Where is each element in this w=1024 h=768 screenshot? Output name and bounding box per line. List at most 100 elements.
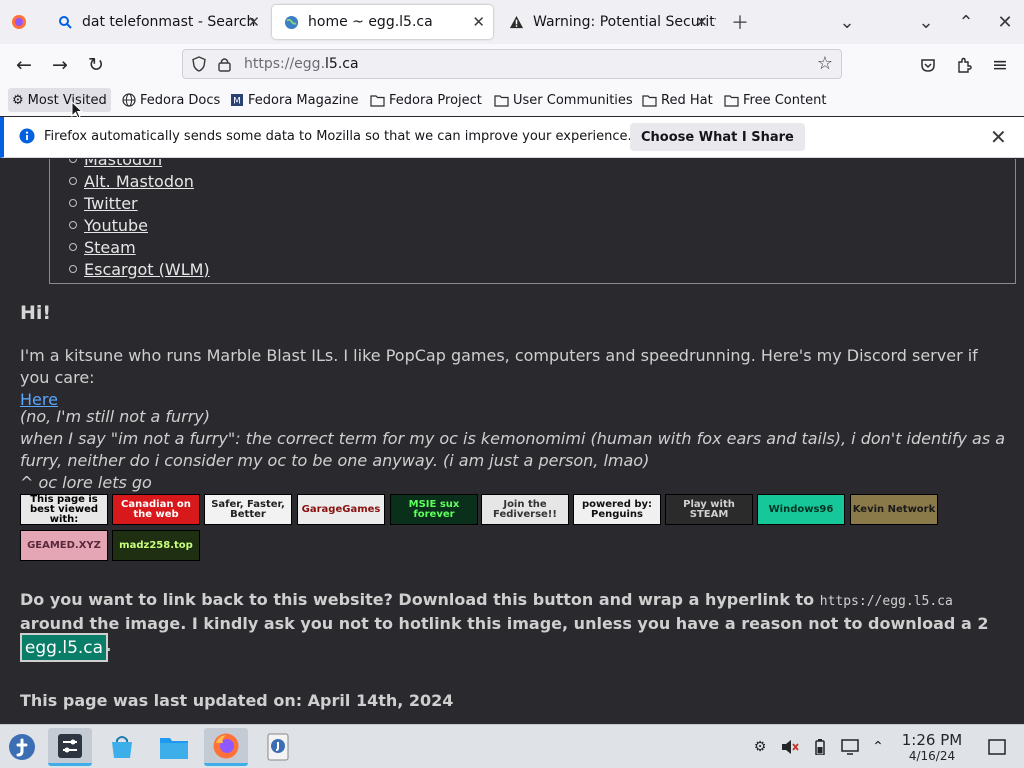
social-link-mastodon[interactable]: Mastodon (84, 159, 162, 169)
close-icon[interactable]: ✕ (472, 13, 485, 31)
globe-icon (122, 93, 136, 107)
bullet-icon (69, 221, 77, 229)
badge-kevin-network[interactable]: Kevin Network (850, 494, 938, 525)
url-scheme: https://egg. (244, 56, 326, 72)
bookmark-label: Fedora Project (389, 92, 482, 108)
firefox-taskbar-icon[interactable] (204, 728, 248, 766)
display-icon[interactable] (840, 737, 860, 757)
close-icon[interactable]: ✕ (247, 13, 260, 31)
bullet-icon (69, 177, 77, 185)
file-manager-icon[interactable] (152, 728, 196, 766)
badge-msie-sux[interactable]: MSIE sux forever (390, 494, 478, 525)
maximize-icon[interactable]: ⌃ (954, 10, 978, 34)
bullet-icon (69, 199, 77, 207)
forward-arrow-icon[interactable]: → (47, 52, 73, 78)
list-item: Youtube (69, 214, 148, 236)
network-settings-icon[interactable]: ⚙ (750, 737, 770, 757)
tab-strip: dat telefonmast - Search ✕ home ~ egg.l5… (0, 0, 1024, 44)
lock-icon[interactable] (217, 56, 232, 76)
close-icon[interactable]: ✕ (990, 125, 1007, 149)
system-settings-icon[interactable] (48, 728, 92, 766)
social-links-box: Mastodon Alt. Mastodon Twitter Youtube S… (49, 159, 1016, 284)
disclaimer-line: when I say "im not a furry": the correct… (20, 429, 1006, 470)
egg-l5-button-image[interactable]: egg.l5.ca (20, 633, 108, 662)
social-link-youtube[interactable]: Youtube (84, 216, 148, 235)
folder-icon (642, 94, 657, 107)
notice-text: Firefox automatically sends some data to… (44, 129, 632, 144)
linkback-text: around the image. I kindly ask you not t… (20, 614, 989, 655)
fedora-launcher-icon[interactable] (0, 728, 44, 766)
battery-icon[interactable] (810, 737, 830, 757)
badge-steam[interactable]: Play with STEAM (665, 494, 753, 525)
badge-geamed[interactable]: GEAMED.XYZ (20, 530, 108, 561)
linkback-text: Do you want to link back to this website… (20, 590, 815, 609)
badge-madz258[interactable]: madz258.top (112, 530, 200, 561)
list-item: Mastodon (69, 159, 162, 170)
minimize-icon[interactable]: ⌄ (914, 10, 938, 34)
social-link-alt-mastodon[interactable]: Alt. Mastodon (84, 172, 194, 191)
fedora-media-writer-icon[interactable] (256, 728, 300, 766)
globe-icon (282, 15, 300, 30)
bookmark-user-communities[interactable]: User Communities (490, 88, 637, 112)
badge-firefox[interactable]: Safer, Faster, Better (204, 494, 292, 525)
social-link-escargot[interactable]: Escargot (WLM) (84, 260, 210, 279)
list-item: Escargot (WLM) (69, 258, 210, 280)
window-close-icon[interactable]: ✕ (993, 10, 1017, 34)
close-icon[interactable]: ✕ (695, 13, 708, 31)
list-item: Alt. Mastodon (69, 170, 194, 192)
badge-canadian[interactable]: Canadian on the web (112, 494, 200, 525)
bookmark-red-hat[interactable]: Red Hat (638, 88, 717, 112)
url-bar[interactable]: https://egg.l5.ca ☆ (182, 49, 842, 79)
bookmark-label: User Communities (513, 92, 633, 108)
linkback-paragraph: Do you want to link back to this website… (20, 589, 1010, 657)
software-store-icon[interactable] (100, 728, 144, 766)
clock-time: 1:26 PM (901, 731, 963, 749)
badge-best-viewed[interactable]: This page is best viewed with: (20, 494, 108, 525)
clock-date: 4/16/24 (908, 749, 956, 763)
pocket-icon[interactable] (915, 52, 941, 78)
list-tabs-icon[interactable]: ⌄ (835, 10, 859, 34)
volume-muted-icon[interactable] (780, 737, 800, 757)
hamburger-menu-icon[interactable]: ≡ (987, 52, 1013, 78)
disclaimer-line: ^ oc lore lets go (20, 473, 152, 492)
last-updated-text: This page was last updated on: April 14t… (20, 691, 454, 710)
shield-icon[interactable] (191, 56, 207, 76)
choose-what-i-share-button[interactable]: Choose What I Share (630, 123, 805, 151)
back-arrow-icon[interactable]: ← (11, 52, 37, 78)
intro-text: I'm a kitsune who runs Marble Blast ILs.… (20, 346, 978, 387)
tab-search[interactable]: dat telefonmast - Search ✕ (46, 5, 268, 39)
linkback-url: https://egg.l5.ca (819, 594, 953, 609)
folder-icon (494, 94, 509, 107)
folder-icon (724, 94, 739, 107)
nav-toolbar: ← → ↻ https://egg.l5.ca ☆ ≡ (0, 44, 1024, 84)
tab-warning[interactable]: Warning: Potential Security Risk Ahead ✕ (497, 5, 716, 39)
bookmark-label: Fedora Magazine (248, 92, 359, 108)
tab-home[interactable]: home ~ egg.l5.ca ✕ (272, 5, 493, 39)
badge-windows96[interactable]: Windows96 (757, 494, 845, 525)
tray-expand-icon[interactable]: ⌃ (868, 737, 888, 757)
clock[interactable]: 1:26 PM 4/16/24 (896, 731, 968, 764)
show-desktop-icon[interactable] (987, 737, 1007, 757)
bookmarks-toolbar: ⚙ Most Visited Fedora Docs M Fedora Maga… (0, 84, 1024, 119)
bookmark-fedora-docs[interactable]: Fedora Docs (118, 88, 224, 112)
firefox-menu-icon[interactable] (7, 10, 31, 34)
svg-text:M: M (233, 97, 241, 107)
intro-paragraph: I'm a kitsune who runs Marble Blast ILs.… (20, 345, 1010, 411)
badge-garagegames[interactable]: GarageGames (297, 494, 385, 525)
badge-penguins[interactable]: powered by: Penguins (573, 494, 661, 525)
url-text[interactable]: https://egg.l5.ca (244, 56, 359, 72)
new-tab-button[interactable]: ＋ (728, 10, 752, 34)
bookmark-most-visited[interactable]: ⚙ Most Visited (8, 88, 111, 112)
disclaimer-line: (no, I'm still not a furry) (20, 407, 210, 426)
bookmark-fedora-project[interactable]: Fedora Project (366, 88, 486, 112)
social-link-steam[interactable]: Steam (84, 238, 136, 257)
reload-icon[interactable]: ↻ (83, 52, 109, 78)
social-link-twitter[interactable]: Twitter (84, 194, 138, 213)
list-item: Twitter (69, 192, 138, 214)
badge-fediverse[interactable]: Join the Fediverse!! (481, 494, 569, 525)
bookmark-free-content[interactable]: Free Content (720, 88, 830, 112)
bookmark-fedora-magazine[interactable]: M Fedora Magazine (226, 88, 363, 112)
bookmark-label: Red Hat (661, 92, 713, 108)
bookmark-star-icon[interactable]: ☆ (817, 53, 833, 74)
extensions-icon[interactable] (951, 52, 977, 78)
